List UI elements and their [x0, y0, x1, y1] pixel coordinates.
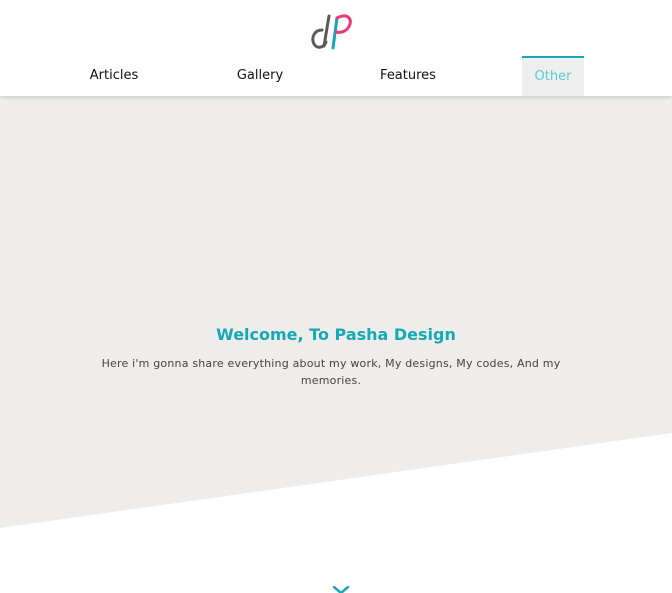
main-nav: Articles Gallery Features Other — [0, 56, 672, 96]
dp-logo[interactable] — [308, 8, 356, 52]
nav-item-features[interactable]: Features — [358, 56, 458, 96]
nav-item-gallery[interactable]: Gallery — [210, 56, 310, 96]
nav-item-articles[interactable]: Articles — [64, 56, 164, 96]
hero-title: Welcome, To Pasha Design — [216, 325, 456, 344]
chevron-down-icon[interactable] — [331, 586, 351, 593]
hero-background — [0, 96, 672, 528]
page: Articles Gallery Features Other Welcome,… — [0, 0, 672, 593]
hero-description: Here i'm gonna share everything about my… — [101, 357, 561, 387]
site-header: Articles Gallery Features Other — [0, 0, 672, 96]
hero-section: Welcome, To Pasha Design Here i'm gonna … — [0, 96, 672, 528]
nav-item-other[interactable]: Other — [522, 56, 584, 96]
